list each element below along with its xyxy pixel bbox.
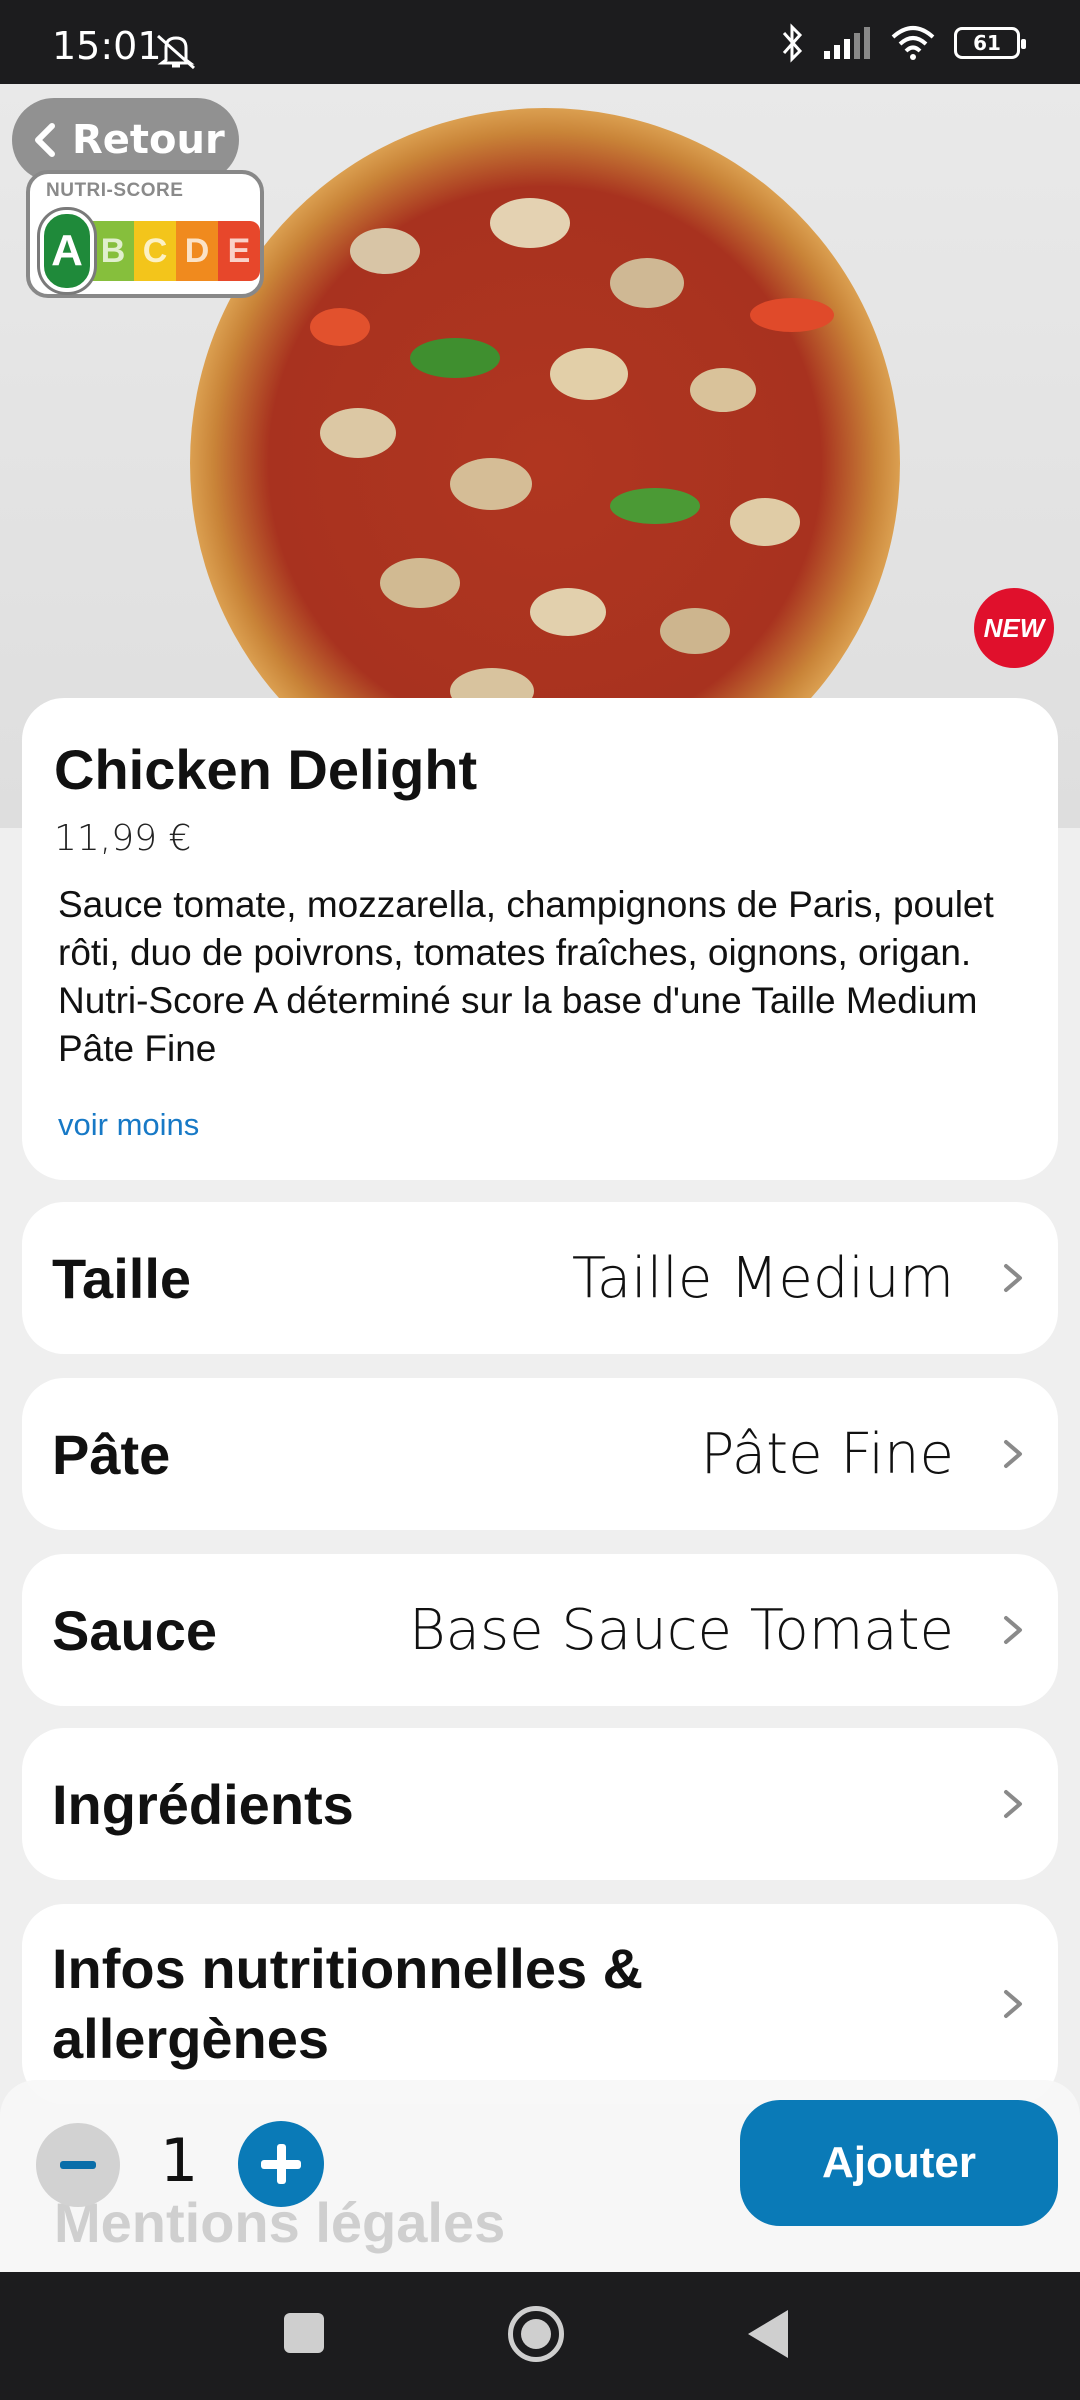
home-icon[interactable]	[508, 2306, 564, 2362]
nutri-score-grades: A B C D E	[40, 210, 260, 292]
option-value: Pâte Fine	[700, 1421, 954, 1487]
back-label: Retour	[72, 117, 225, 163]
product-info-card: Chicken Delight 11,99 € Sauce tomate, mo…	[22, 698, 1058, 1180]
option-row-ingredients[interactable]: Ingrédients	[22, 1728, 1058, 1880]
nutri-grade-d: D	[176, 221, 218, 281]
product-price: 11,99 €	[54, 818, 192, 859]
option-row-size[interactable]: Taille Taille Medium	[22, 1202, 1058, 1354]
chevron-left-icon	[35, 123, 55, 157]
option-label: Sauce	[52, 1598, 217, 1662]
option-row-crust[interactable]: Pâte Pâte Fine	[22, 1378, 1058, 1530]
option-label: Pâte	[52, 1422, 171, 1486]
product-title: Chicken Delight	[54, 738, 478, 801]
recent-apps-icon[interactable]	[284, 2313, 324, 2353]
option-row-nutrition[interactable]: Infos nutritionnelles & allergènes	[22, 1904, 1058, 2104]
option-row-sauce[interactable]: Sauce Base Sauce Tomate	[22, 1554, 1058, 1706]
new-badge: NEW	[974, 588, 1054, 668]
product-description: Sauce tomate, mozzarella, champignons de…	[58, 884, 994, 1069]
option-label: Ingrédients	[52, 1772, 354, 1836]
quantity-increase-button[interactable]	[238, 2121, 324, 2207]
chevron-right-icon	[1004, 1990, 1022, 2018]
mute-icon	[157, 34, 195, 70]
show-less-link[interactable]: voir moins	[58, 1107, 199, 1143]
nutri-score-title: NUTRI-SCORE	[46, 180, 184, 201]
battery-level: 61	[973, 31, 1001, 55]
nutri-score-badge: NUTRI-SCORE A B C D E	[26, 170, 264, 298]
nutri-grade-c: C	[134, 221, 176, 281]
nutri-grade-a: A	[40, 210, 94, 292]
minus-icon	[60, 2161, 96, 2169]
chevron-right-icon	[1004, 1440, 1022, 1468]
bluetooth-icon	[782, 23, 803, 63]
status-time: 15:01	[52, 24, 162, 68]
quantity-decrease-button[interactable]	[36, 2123, 120, 2207]
option-label: Infos nutritionnelles & allergènes	[52, 1937, 644, 2070]
chevron-right-icon	[1004, 1616, 1022, 1644]
wifi-icon	[891, 26, 935, 60]
quantity-value: 1	[160, 2126, 199, 2196]
back-nav-icon[interactable]	[748, 2310, 788, 2358]
nutri-grade-e: E	[218, 221, 260, 281]
chevron-right-icon	[1004, 1790, 1022, 1818]
signal-icon	[824, 27, 870, 59]
status-icons: 61	[780, 22, 1026, 64]
add-to-cart-button[interactable]: Ajouter	[740, 2100, 1058, 2226]
status-bar: 15:01 61	[0, 0, 1080, 84]
option-value: Base Sauce Tomate	[408, 1597, 954, 1663]
battery-icon: 61	[954, 27, 1026, 59]
nutri-grade-b: B	[92, 221, 134, 281]
option-label: Taille	[52, 1246, 192, 1310]
chevron-right-icon	[1004, 1264, 1022, 1292]
option-value: Taille Medium	[571, 1245, 954, 1311]
